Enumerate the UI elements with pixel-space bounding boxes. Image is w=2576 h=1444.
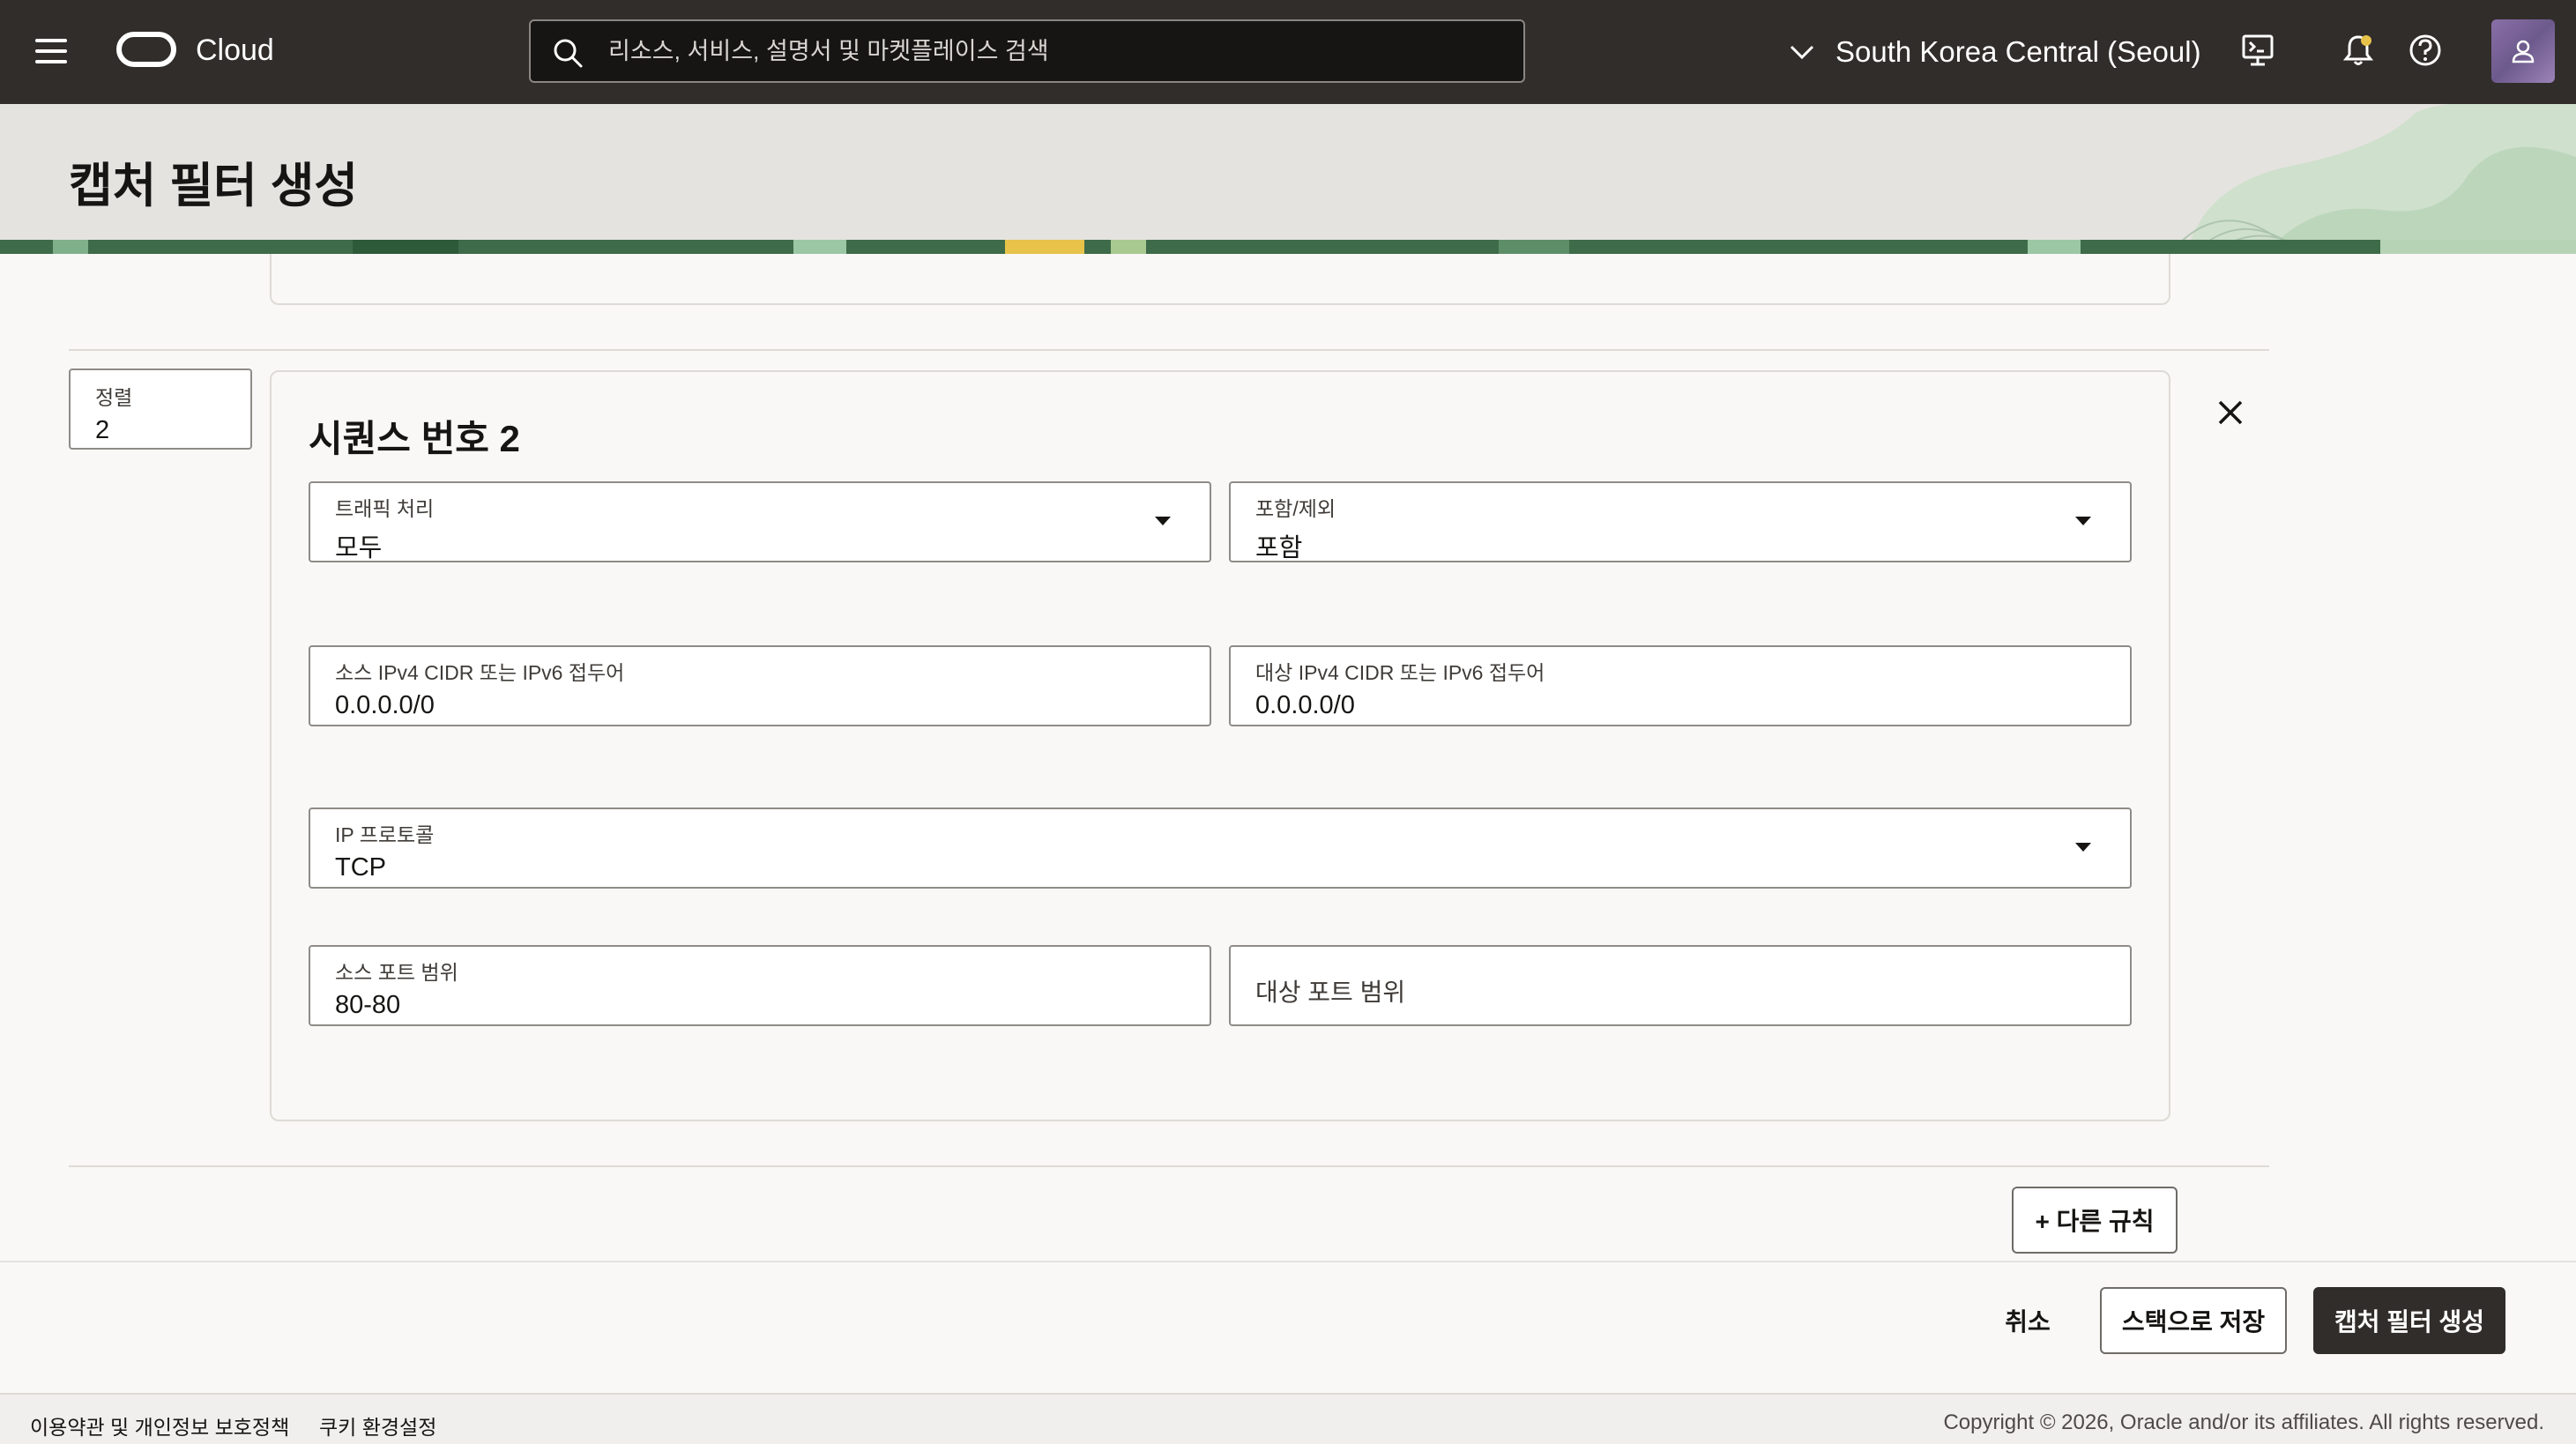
source-port-value[interactable]: 80-80 — [335, 991, 1185, 1020]
caret-down-icon — [2075, 843, 2091, 852]
page-header: 캡처 필터 생성 — [0, 104, 2576, 254]
dest-cidr-value[interactable]: 0.0.0.0/0 — [1255, 691, 2105, 720]
dest-cidr-field[interactable]: 대상 IPv4 CIDR 또는 IPv6 접두어 0.0.0.0/0 — [1229, 645, 2132, 726]
source-port-field[interactable]: 소스 포트 범위 80-80 — [309, 945, 1211, 1026]
search-icon — [554, 39, 583, 68]
close-icon[interactable] — [2213, 395, 2248, 430]
decorative-banner-art — [2177, 104, 2576, 254]
decorative-stripe — [0, 240, 2576, 254]
oracle-logo-icon[interactable] — [116, 32, 176, 67]
protocol-value: TCP — [335, 853, 386, 882]
terms-link[interactable]: 이용약관 및 개인정보 보호정책 — [30, 1411, 289, 1440]
include-value: 포함 — [1255, 534, 1303, 562]
brand-label[interactable]: Cloud — [196, 33, 274, 68]
include-label: 포함/제외 — [1255, 497, 1336, 520]
rule-title: 시퀀스 번호 2 — [309, 418, 520, 459]
source-port-label: 소스 포트 범위 — [335, 961, 458, 984]
caret-down-icon — [1155, 517, 1171, 525]
search-bar[interactable] — [529, 19, 1525, 83]
traffic-value: 모두 — [335, 534, 383, 562]
dest-port-label: 대상 포트 범위 — [1255, 979, 1406, 1006]
traffic-label: 트래픽 처리 — [335, 497, 435, 520]
top-navigation-bar: Cloud South Korea Central (Seoul) — [0, 0, 2576, 104]
region-label: South Korea Central (Seoul) — [1835, 35, 2201, 68]
cookie-preferences-link[interactable]: 쿠키 환경설정 — [319, 1411, 436, 1440]
bell-icon[interactable] — [2340, 32, 2377, 69]
region-selector[interactable]: South Korea Central (Seoul) — [1788, 30, 2201, 74]
include-exclude-select[interactable]: 포함/제외 포함 — [1229, 481, 2132, 562]
help-icon[interactable] — [2407, 32, 2444, 69]
cloud-shell-icon[interactable] — [2239, 32, 2276, 69]
traffic-select[interactable]: 트래픽 처리 모두 — [309, 481, 1211, 562]
add-rule-button[interactable]: + 다른 규칙 — [2012, 1187, 2178, 1254]
create-capture-filter-button[interactable]: 캡처 필터 생성 — [2313, 1287, 2505, 1354]
order-field[interactable]: 정렬 2 — [69, 368, 252, 450]
source-cidr-value[interactable]: 0.0.0.0/0 — [335, 691, 1185, 720]
dest-port-field[interactable]: 대상 포트 범위 — [1229, 945, 2132, 1026]
caret-down-icon — [2075, 517, 2091, 525]
divider — [69, 1165, 2269, 1167]
cancel-button[interactable]: 취소 — [1992, 1287, 2063, 1354]
footer: 이용약관 및 개인정보 보호정책 쿠키 환경설정 Copyright © 202… — [0, 1393, 2576, 1444]
dest-cidr-label: 대상 IPv4 CIDR 또는 IPv6 접두어 — [1255, 661, 1545, 684]
source-cidr-field[interactable]: 소스 IPv4 CIDR 또는 IPv6 접두어 0.0.0.0/0 — [309, 645, 1211, 726]
order-label: 정렬 — [95, 386, 133, 409]
search-input[interactable] — [608, 21, 1490, 81]
copyright-text: Copyright © 2026, Oracle and/or its affi… — [1943, 1411, 2544, 1434]
user-icon — [2512, 40, 2535, 63]
chevron-down-icon — [1790, 45, 1814, 60]
page-title: 캡처 필터 생성 — [69, 160, 359, 212]
previous-rule-card — [270, 254, 2170, 305]
divider — [69, 349, 2269, 351]
save-as-stack-button[interactable]: 스택으로 저장 — [2100, 1287, 2287, 1354]
order-value[interactable]: 2 — [95, 416, 226, 445]
protocol-label: IP 프로토콜 — [335, 823, 435, 846]
source-cidr-label: 소스 IPv4 CIDR 또는 IPv6 접두어 — [335, 661, 625, 684]
ip-protocol-select[interactable]: IP 프로토콜 TCP — [309, 808, 2132, 889]
menu-icon[interactable] — [35, 39, 67, 63]
user-avatar[interactable] — [2491, 19, 2555, 83]
